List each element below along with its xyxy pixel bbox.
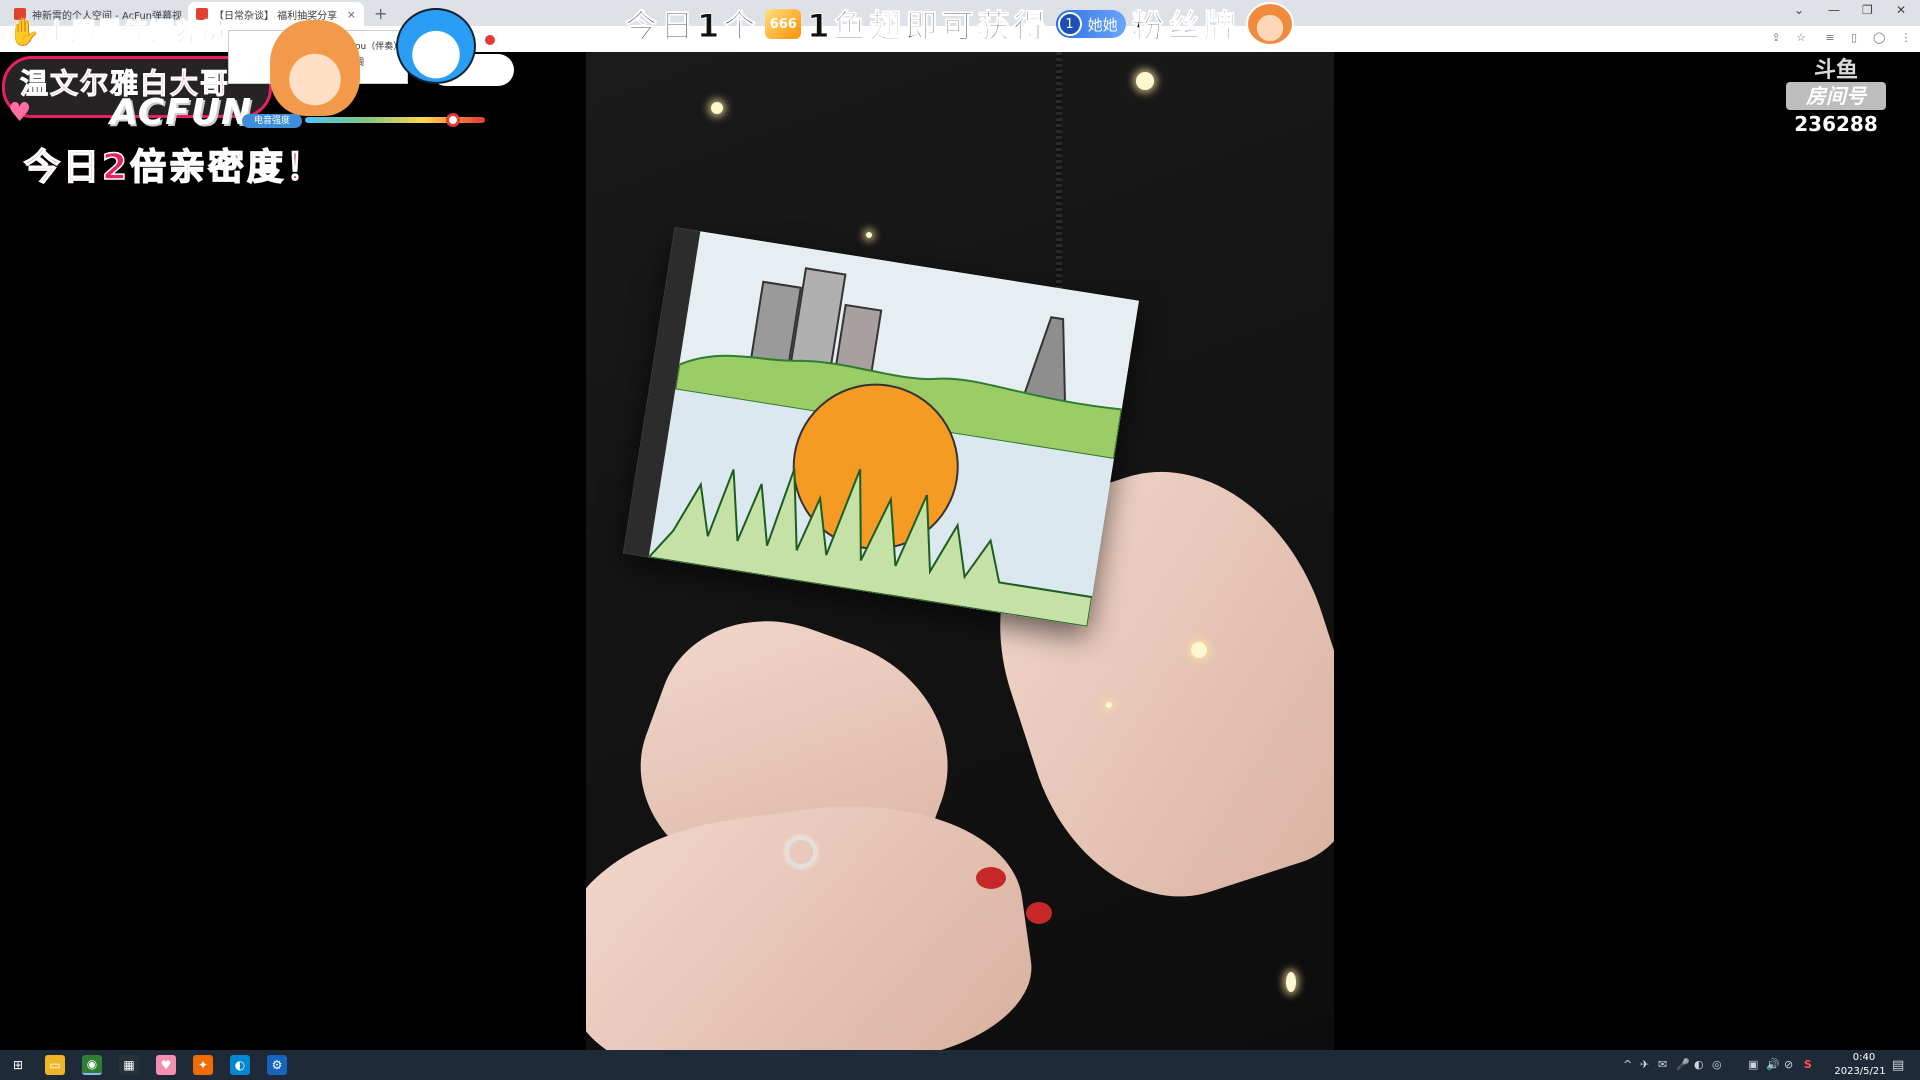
douyu-logo: 斗鱼 <box>1813 58 1858 83</box>
umaru-avatar-icon <box>1245 2 1294 46</box>
tab-search-icon[interactable]: ⌄ <box>1794 3 1804 17</box>
fire-app-icon[interactable]: ✦ <box>193 1055 213 1075</box>
sunset-drawing <box>648 231 1139 627</box>
acfun-logo: ACFUN <box>110 92 253 133</box>
nail-polish <box>976 867 1006 889</box>
share-icon[interactable]: ⇪ <box>1770 32 1782 44</box>
new-tab-button[interactable]: + <box>374 4 387 23</box>
profile-icon[interactable]: ◯ <box>1873 32 1885 44</box>
fan-badge: 1 她她 <box>1055 10 1126 38</box>
nail-polish <box>1026 902 1052 924</box>
tray-mic-icon[interactable]: 🎤 <box>1676 1058 1690 1071</box>
sparkle-effect <box>1191 642 1207 658</box>
reading-list-icon[interactable]: ≡ <box>1824 32 1836 44</box>
tray-app-icon[interactable]: ◎ <box>1712 1058 1722 1071</box>
doraemon-mascot-icon <box>396 8 476 84</box>
room-label: 房间号 <box>1786 82 1886 110</box>
clock-time[interactable]: 0:40 <box>1836 1052 1892 1063</box>
sparkle-effect <box>1106 702 1112 708</box>
sparkle-effect <box>866 232 872 238</box>
close-tab-icon[interactable]: × <box>347 8 356 21</box>
top-banner: 今日1个 666 1鱼翅即可获得 1 她她 粉丝牌 <box>624 2 1294 46</box>
clock-date[interactable]: 2023/5/21 <box>1826 1066 1894 1077</box>
menu-kebab-icon[interactable]: ⋮ <box>1900 32 1912 44</box>
hand-wave-icon: ✋ <box>7 18 41 49</box>
banner-text-middle: 1鱼翅即可获得 <box>807 7 1050 46</box>
tray-block-icon[interactable]: ⊘ <box>1784 1058 1793 1071</box>
fan-badge-level: 1 <box>1057 12 1082 36</box>
umaru-mascot-icon <box>270 20 360 116</box>
week-best-title: ✋ 上周最佳饲养员 <box>7 12 227 49</box>
tray-airplane-icon[interactable]: ✈ <box>1640 1058 1649 1071</box>
fan-badge-name: 她她 <box>1087 15 1118 34</box>
ring <box>786 837 816 867</box>
restore-button[interactable]: ❐ <box>1862 3 1873 17</box>
terminal-icon[interactable]: ▦ <box>119 1055 139 1075</box>
heart-icon: ♥ <box>8 98 32 128</box>
chrome-icon[interactable]: ◉ <box>82 1055 102 1075</box>
emoji-666-icon: 666 <box>765 9 802 39</box>
sparkle-effect <box>1136 72 1154 90</box>
blue-app-icon[interactable]: ◐ <box>230 1055 250 1075</box>
tray-wechat-icon[interactable]: ✉ <box>1658 1058 1667 1071</box>
start-icon[interactable]: ⊞ <box>8 1055 28 1075</box>
file-explorer-icon[interactable]: ▭ <box>45 1055 65 1075</box>
room-number: 236288 <box>1794 112 1878 136</box>
volume-label: 电音强度 <box>242 114 302 128</box>
notification-icon[interactable]: ▤ <box>1892 1058 1904 1073</box>
sparkle-effect <box>1286 972 1296 992</box>
tray-chevron-icon[interactable]: ^ <box>1623 1058 1632 1071</box>
jacket-zipper <box>1056 52 1062 312</box>
video-frame[interactable] <box>586 52 1334 1050</box>
close-window-button[interactable]: ✕ <box>1896 3 1906 17</box>
week-best-text: 上周最佳饲养员 <box>44 18 227 49</box>
side-panel-icon[interactable]: ▯ <box>1848 32 1860 44</box>
bookmark-star-icon[interactable]: ☆ <box>1795 32 1807 44</box>
pink-app-icon[interactable]: ♥ <box>156 1055 176 1075</box>
tray-ime-icon[interactable]: S <box>1804 1058 1812 1071</box>
minimize-button[interactable]: — <box>1828 3 1840 17</box>
tray-network-icon[interactable]: ▣ <box>1748 1058 1758 1071</box>
tray-volume-icon[interactable]: 🔊 <box>1766 1058 1780 1071</box>
banner-text-before: 今日1个 <box>624 7 760 46</box>
tray-app-icon[interactable]: ◐ <box>1694 1058 1704 1071</box>
banner-text-after: 粉丝牌 <box>1131 7 1240 46</box>
sparkle-effect <box>711 102 723 114</box>
record-dot-icon <box>485 35 495 45</box>
steam-icon[interactable]: ⚙ <box>267 1055 287 1075</box>
double-intimacy-text: 今日2倍亲密度！ <box>23 146 326 189</box>
volume-slider-knob[interactable] <box>445 113 460 127</box>
